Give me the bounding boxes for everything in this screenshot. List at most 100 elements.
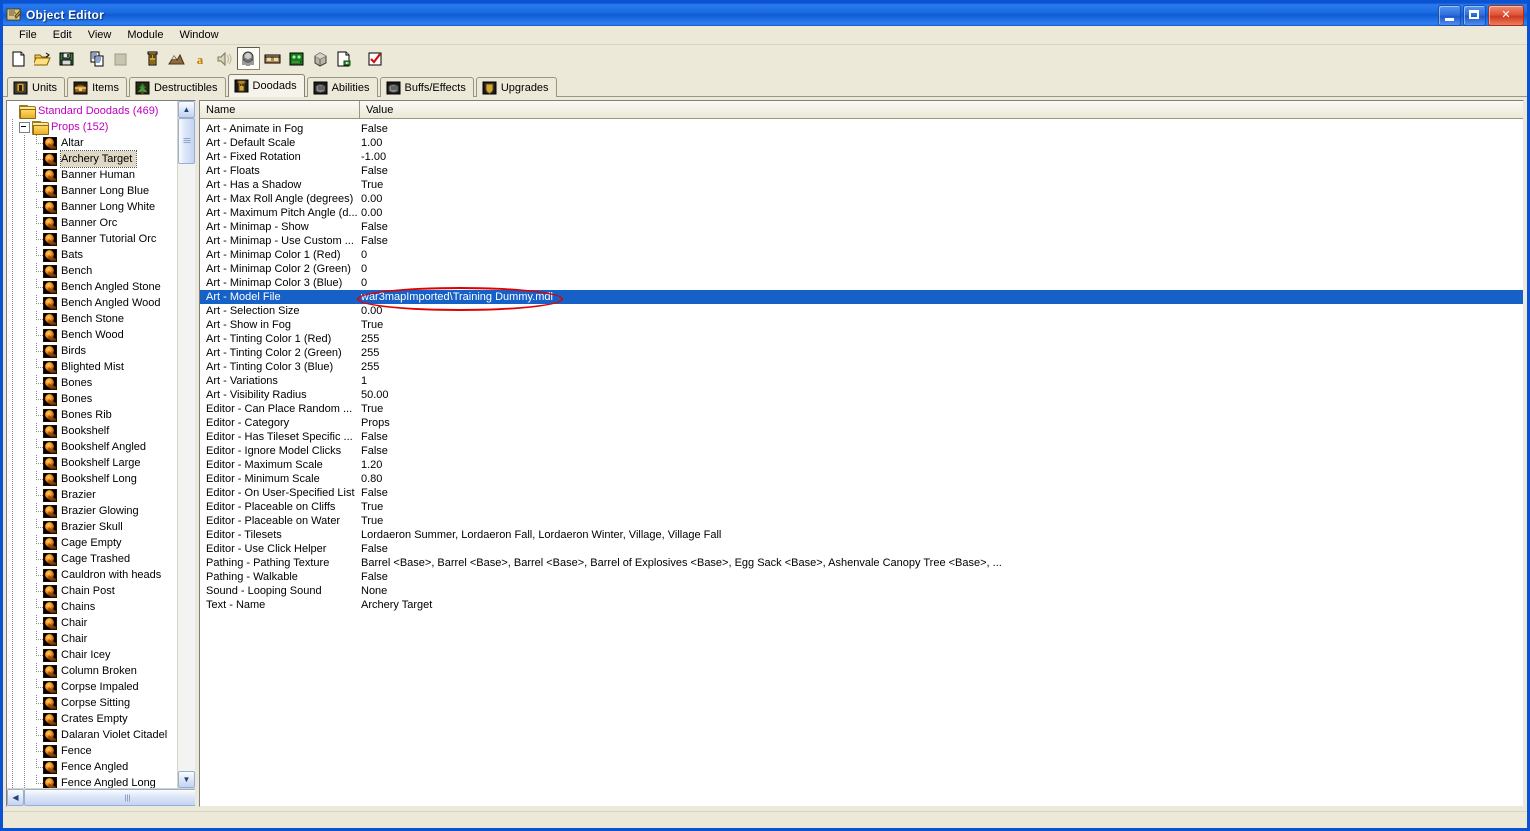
property-row[interactable]: Editor - Tilesets Lordaeron Summer, Lorda…: [200, 528, 1523, 542]
tree-item[interactable]: Archery Target: [7, 150, 178, 168]
tree-item[interactable]: Blighted Mist: [7, 359, 178, 375]
tree-item[interactable]: Bones Rib: [7, 407, 178, 423]
doodad-tree[interactable]: Standard Doodads (469) Props (152) Altar Ar…: [7, 101, 195, 788]
tree-item[interactable]: Chair Icey: [7, 647, 178, 663]
tree-item[interactable]: Banner Human: [7, 167, 178, 183]
tree-item[interactable]: Bookshelf Angled: [7, 439, 178, 455]
minimize-button[interactable]: [1438, 5, 1461, 26]
tree-item[interactable]: Bench Stone: [7, 311, 178, 327]
ai-editor-icon-button[interactable]: [285, 47, 308, 70]
menu-file[interactable]: File: [11, 28, 45, 42]
tree-item[interactable]: Fence Angled Long: [7, 775, 178, 788]
property-row[interactable]: Editor - Can Place Random ... True: [200, 402, 1523, 416]
tree-item[interactable]: Bench: [7, 263, 178, 279]
property-row[interactable]: Editor - Maximum Scale 1.20: [200, 458, 1523, 472]
hscroll-track[interactable]: [24, 789, 195, 806]
tree-item[interactable]: Fence Angled: [7, 759, 178, 775]
tree-item[interactable]: Bones: [7, 391, 178, 407]
property-row[interactable]: Art - Minimap - Use Custom ... False: [200, 234, 1523, 248]
object-editor-icon-button[interactable]: [237, 47, 260, 70]
property-row[interactable]: Art - Variations 1: [200, 374, 1523, 388]
property-row[interactable]: Art - Selection Size 0.00: [200, 304, 1523, 318]
tree-item[interactable]: Bones: [7, 375, 178, 391]
tree-item[interactable]: Brazier Glowing: [7, 503, 178, 519]
scroll-thumb[interactable]: [178, 118, 195, 164]
tree-item[interactable]: Banner Orc: [7, 215, 178, 231]
import-manager-icon-button[interactable]: [333, 47, 356, 70]
property-row[interactable]: Art - Max Roll Angle (degrees) 0.00: [200, 192, 1523, 206]
property-row[interactable]: Editor - On User-Specified List False: [200, 486, 1523, 500]
tab-units[interactable]: Units: [7, 77, 66, 97]
column-header-name[interactable]: Name: [200, 101, 360, 118]
terrain-editor-icon-button[interactable]: [141, 47, 164, 70]
tree-item[interactable]: Chair: [7, 631, 178, 647]
tree-item[interactable]: Brazier: [7, 487, 178, 503]
campaign-editor-icon-button[interactable]: [261, 47, 284, 70]
property-row[interactable]: Art - Minimap - Show False: [200, 220, 1523, 234]
tree-item[interactable]: Bats: [7, 247, 178, 263]
tree-category-props[interactable]: Props (152): [7, 119, 178, 135]
test-map-icon-button[interactable]: [364, 47, 387, 70]
menu-view[interactable]: View: [80, 28, 120, 42]
property-row[interactable]: Art - Minimap Color 3 (Blue) 0: [200, 276, 1523, 290]
property-row[interactable]: Art - Tinting Color 3 (Blue) 255: [200, 360, 1523, 374]
tree-item[interactable]: Column Broken: [7, 663, 178, 679]
tree-item[interactable]: Crates Empty: [7, 711, 178, 727]
property-row[interactable]: Art - Maximum Pitch Angle (d... 0.00: [200, 206, 1523, 220]
property-row[interactable]: Art - Has a Shadow True: [200, 178, 1523, 192]
hscroll-thumb[interactable]: [24, 789, 195, 806]
trigger-editor-icon-button[interactable]: a: [189, 47, 212, 70]
scroll-left-button[interactable]: ◀: [7, 789, 24, 806]
property-row[interactable]: Art - Floats False: [200, 164, 1523, 178]
tree-item[interactable]: Cage Trashed: [7, 551, 178, 567]
scroll-up-button[interactable]: ▲: [178, 101, 195, 118]
property-row[interactable]: Art - Default Scale 1.00: [200, 136, 1523, 150]
tree-item[interactable]: Banner Long Blue: [7, 183, 178, 199]
tree-item[interactable]: Dalaran Violet Citadel: [7, 727, 178, 743]
property-row[interactable]: Art - Tinting Color 2 (Green) 255: [200, 346, 1523, 360]
tree-item[interactable]: Fence: [7, 743, 178, 759]
property-row[interactable]: Pathing - Pathing Texture Barrel <Base>, …: [200, 556, 1523, 570]
property-row[interactable]: Art - Tinting Color 1 (Red) 255: [200, 332, 1523, 346]
sound-editor-icon-button[interactable]: [213, 47, 236, 70]
tree-item[interactable]: Chain Post: [7, 583, 178, 599]
tab-upgrades[interactable]: Upgrades: [475, 77, 557, 97]
property-row[interactable]: Art - Fixed Rotation -1.00: [200, 150, 1523, 164]
menu-window[interactable]: Window: [171, 28, 226, 42]
tree-item[interactable]: Bookshelf Large: [7, 455, 178, 471]
object-manager-icon-button[interactable]: [309, 47, 332, 70]
property-list-body[interactable]: Art - Animate in Fog False Art - Default S…: [200, 119, 1523, 806]
property-row[interactable]: Editor - Ignore Model Clicks False: [200, 444, 1523, 458]
tree-item[interactable]: Bench Wood: [7, 327, 178, 343]
mountain-icon-button[interactable]: [165, 47, 188, 70]
tree-item[interactable]: Bench Angled Stone: [7, 279, 178, 295]
tree-item[interactable]: Corpse Impaled: [7, 679, 178, 695]
property-row[interactable]: Editor - Placeable on Cliffs True: [200, 500, 1523, 514]
tree-item[interactable]: Chair: [7, 615, 178, 631]
tree-item[interactable]: Cage Empty: [7, 535, 178, 551]
column-header-value[interactable]: Value: [360, 101, 1523, 118]
scroll-down-button[interactable]: ▼: [178, 771, 195, 788]
tree-item[interactable]: Cauldron with heads: [7, 567, 178, 583]
tree-item[interactable]: Brazier Skull: [7, 519, 178, 535]
tree-item[interactable]: Banner Long White: [7, 199, 178, 215]
menu-module[interactable]: Module: [119, 28, 171, 42]
tab-doodads[interactable]: Doodads: [227, 74, 305, 97]
tab-items[interactable]: Items: [67, 77, 127, 97]
tree-item[interactable]: Chains: [7, 599, 178, 615]
property-row[interactable]: Art - Model File war3mapImported\Training…: [200, 290, 1523, 304]
property-row[interactable]: Sound - Looping Sound None: [200, 584, 1523, 598]
tree-item[interactable]: Altar: [7, 135, 178, 151]
tab-abilities[interactable]: Abilities: [306, 77, 378, 97]
tree-root-node[interactable]: Standard Doodads (469): [7, 103, 178, 119]
property-row[interactable]: Art - Minimap Color 2 (Green) 0: [200, 262, 1523, 276]
save-disk-icon-button[interactable]: [55, 47, 78, 70]
tab-destructibles[interactable]: Destructibles: [128, 77, 226, 97]
property-row[interactable]: Art - Animate in Fog False: [200, 122, 1523, 136]
property-row[interactable]: Art - Visibility Radius 50.00: [200, 388, 1523, 402]
property-row[interactable]: Editor - Category Props: [200, 416, 1523, 430]
property-row[interactable]: Text - Name Archery Target: [200, 598, 1523, 612]
tree-item[interactable]: Bench Angled Wood: [7, 295, 178, 311]
tree-item[interactable]: Bookshelf: [7, 423, 178, 439]
tree-vertical-scrollbar[interactable]: ▲ ▼: [177, 101, 195, 788]
